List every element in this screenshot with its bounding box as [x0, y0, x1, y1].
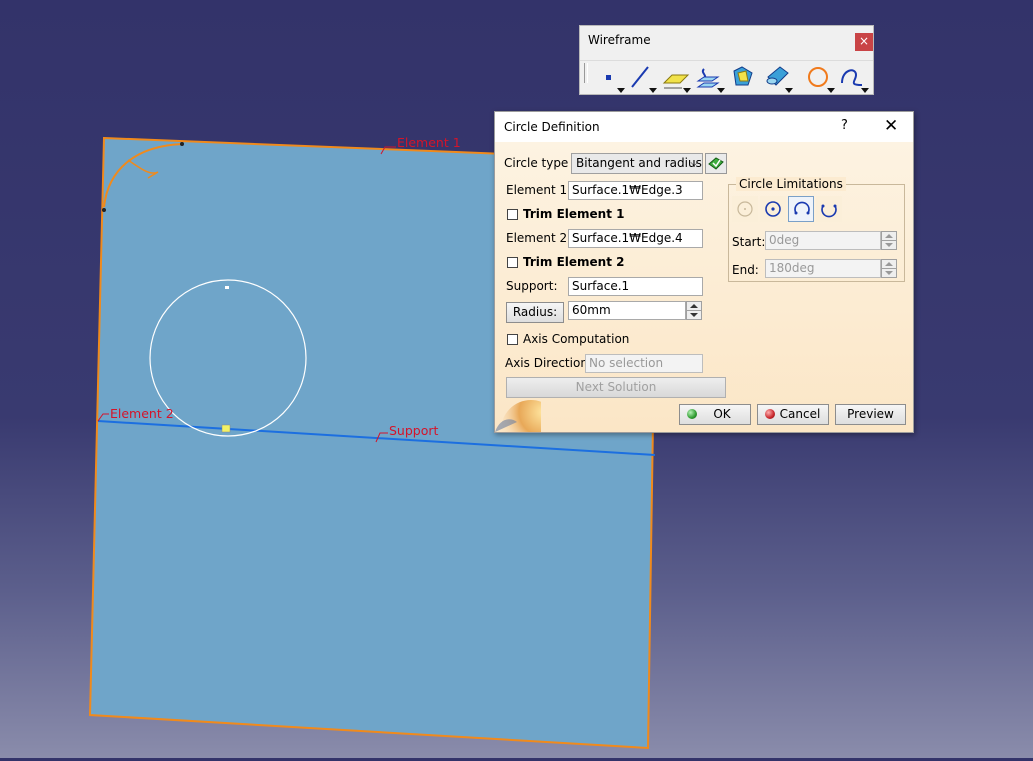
vertex-point: [180, 142, 184, 146]
circle-tool-dropdown[interactable]: [827, 88, 835, 93]
part-circle-icon: [737, 201, 753, 217]
spline-tool-dropdown[interactable]: [861, 88, 869, 93]
ok-button[interactable]: OK: [679, 404, 751, 425]
radius-button[interactable]: Radius:: [506, 302, 564, 323]
trim-element2-checkbox[interactable]: [507, 257, 518, 268]
element1-field[interactable]: Surface.1₩Edge.3: [568, 181, 703, 200]
line-tool-dropdown[interactable]: [649, 88, 657, 93]
cylinder-tool-dropdown[interactable]: [785, 88, 793, 93]
cylinder-icon: [766, 66, 789, 86]
spline-tool-button[interactable]: [838, 63, 870, 93]
line-tool-button[interactable]: [626, 63, 658, 93]
end-spinner[interactable]: [881, 259, 897, 278]
trim-element1-label: Trim Element 1: [523, 207, 625, 221]
cancel-icon: [765, 409, 775, 419]
start-label: Start:: [732, 235, 766, 249]
limitation-mode-buttons: [732, 196, 852, 222]
point-tool-dropdown[interactable]: [617, 88, 625, 93]
spline-icon: [841, 69, 863, 86]
complementary-circle-icon: [821, 204, 837, 218]
start-spinner[interactable]: [881, 231, 897, 250]
toolbar-title: Wireframe: [588, 33, 651, 47]
element2-label: Element 2:: [506, 231, 572, 245]
part-circle-button[interactable]: [732, 196, 758, 222]
radius-field[interactable]: 60mm: [568, 301, 686, 320]
plane-tool-button[interactable]: [660, 63, 692, 93]
dialog-body: Circle type : Bitangent and radius ⌵ Ele…: [495, 142, 913, 432]
end-label: End:: [732, 263, 759, 277]
globe-watermark-icon: [495, 400, 541, 432]
plane-icon: [662, 74, 690, 89]
support-label: Support:: [506, 279, 558, 293]
trimmed-circle-icon: [794, 201, 810, 215]
wireframe-toolbar[interactable]: Wireframe ×: [579, 25, 874, 95]
ok-icon: [687, 409, 697, 419]
projection-icon: [696, 68, 720, 88]
ok-label: OK: [713, 407, 731, 421]
geometry-on-support-button[interactable]: [705, 153, 727, 174]
complementary-circle-button[interactable]: [816, 196, 842, 222]
circle-tool-button[interactable]: [804, 63, 836, 93]
circle-definition-dialog[interactable]: Circle Definition ? ✕ Circle type : Bita…: [494, 111, 914, 433]
cylinder-tool-button[interactable]: [762, 63, 794, 93]
circle-icon: [808, 67, 828, 87]
element-1-annotation: Element 1: [397, 135, 461, 150]
circle-vertex: [225, 286, 229, 289]
start-field[interactable]: 0deg: [765, 231, 881, 250]
element1-label: Element 1:: [506, 183, 572, 197]
trim-element2-label: Trim Element 2: [523, 255, 625, 269]
element2-field[interactable]: Surface.1₩Edge.4: [568, 229, 703, 248]
dialog-close-button[interactable]: ✕: [884, 116, 898, 136]
axis-computation-checkbox[interactable]: [507, 334, 518, 345]
dialog-title: Circle Definition: [504, 120, 600, 134]
tangent-point-marker: [221, 424, 231, 433]
whole-circle-icon: [765, 201, 781, 217]
projection-tool-button[interactable]: [694, 63, 726, 93]
radius-spinner[interactable]: [686, 301, 702, 320]
point-icon: [606, 75, 611, 80]
extrude-icon: [733, 66, 753, 86]
circle-type-combo[interactable]: Bitangent and radius ⌵: [571, 153, 703, 174]
support-field[interactable]: Surface.1: [568, 277, 703, 296]
circle-type-value: Bitangent and radius: [576, 156, 702, 170]
extrude-tool-button[interactable]: [728, 63, 760, 93]
help-button[interactable]: ?: [841, 118, 848, 133]
next-solution-button[interactable]: Next Solution: [506, 377, 726, 398]
axis-computation-label: Axis Computation: [523, 332, 630, 346]
preview-button[interactable]: Preview: [835, 404, 906, 425]
cancel-button[interactable]: Cancel: [757, 404, 829, 425]
line-icon: [631, 66, 649, 88]
axis-direction-field[interactable]: No selection: [585, 354, 703, 373]
trim-element1-checkbox[interactable]: [507, 209, 518, 220]
toolbar-close-button[interactable]: ×: [855, 33, 873, 51]
plane-tool-dropdown[interactable]: [683, 88, 691, 93]
axis-direction-label: Axis Direction:: [505, 356, 592, 370]
vertex-point: [102, 208, 106, 212]
circle-type-label: Circle type :: [504, 156, 577, 170]
toolbar-grip[interactable]: [584, 63, 588, 83]
end-field[interactable]: 180deg: [765, 259, 881, 278]
element-2-annotation: Element 2: [110, 406, 174, 421]
circle-limitations-title: Circle Limitations: [736, 177, 846, 191]
trimmed-circle-button[interactable]: [788, 196, 814, 222]
whole-circle-button[interactable]: [760, 196, 786, 222]
chevron-down-icon: ⌵: [690, 158, 698, 169]
circle-limitations-group: Circle Limitations Start: 0deg End: 180d…: [728, 177, 905, 282]
projection-tool-dropdown[interactable]: [717, 88, 725, 93]
point-tool-button[interactable]: [594, 63, 626, 93]
toolbar-button-row: [580, 60, 873, 95]
dialog-titlebar[interactable]: Circle Definition ? ✕: [495, 112, 913, 142]
support-annotation: Support: [389, 423, 439, 438]
geometry-support-icon: [708, 157, 724, 170]
